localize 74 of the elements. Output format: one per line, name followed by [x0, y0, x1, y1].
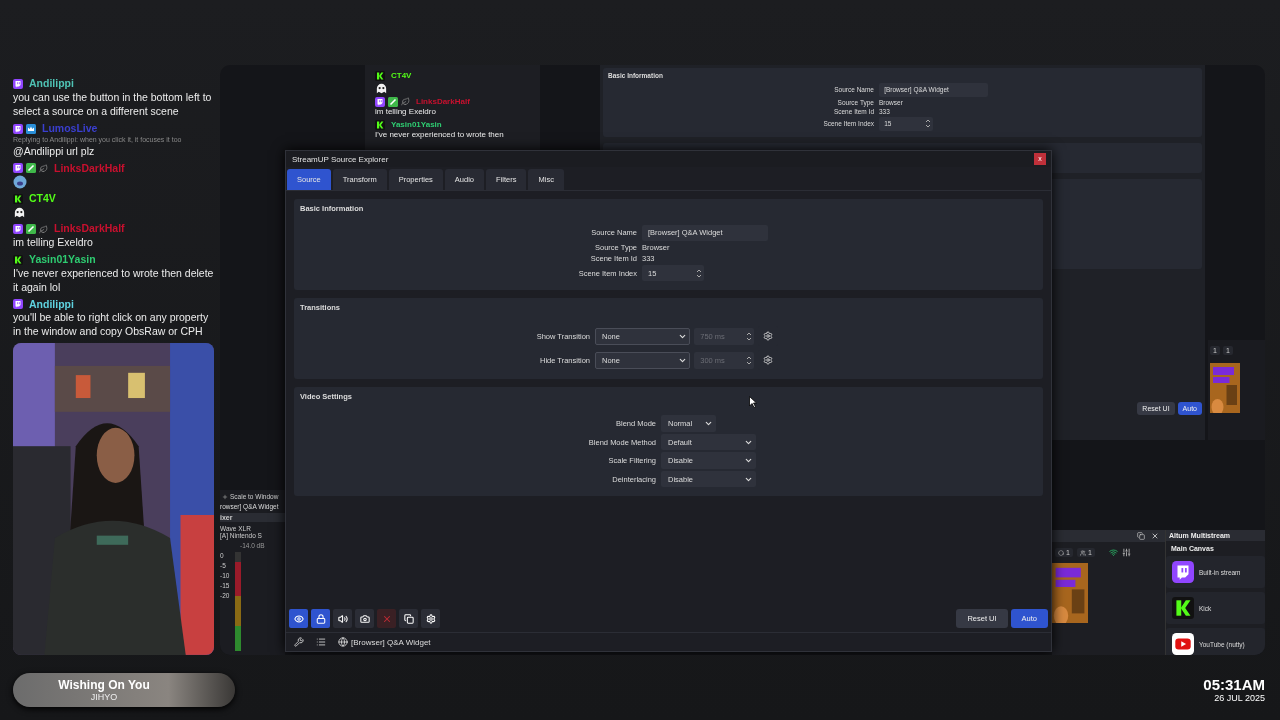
crown-icon [26, 123, 36, 134]
window-title: StreamUP Source Explorer [292, 154, 389, 164]
list-icon[interactable] [316, 637, 326, 647]
platform-logo-icon [13, 299, 23, 310]
caret-icon [703, 419, 713, 428]
users-icon [1079, 549, 1086, 556]
platform-logo-icon [13, 224, 23, 235]
settings-icon [763, 355, 774, 366]
wrench-icon[interactable] [294, 637, 304, 647]
chat-message: you can use the button in the bottom left to select a source on a different scene [13, 90, 213, 119]
eye-icon [293, 613, 304, 624]
clock-date: 26 JUL 2025 [1214, 693, 1265, 703]
chat-username: Andilippi [29, 77, 74, 91]
chat-username: CT4V [29, 192, 56, 207]
source-name: [Browser] Q&A Widget [351, 637, 431, 647]
speaker-icon [337, 613, 348, 624]
emote-icon [13, 175, 27, 190]
close-icon[interactable] [1151, 532, 1159, 540]
chat-username: LinksDarkHalf [54, 222, 125, 237]
sword-badge-icon [388, 96, 398, 107]
sword-badge-icon [26, 163, 36, 174]
toolbar-button[interactable] [333, 609, 352, 628]
toolbar-button[interactable] [421, 609, 440, 628]
stepper-icon [746, 354, 752, 366]
add-icon[interactable] [222, 493, 228, 500]
chat-message: I've never experienced to wrote then delete it again lol [13, 266, 214, 295]
toolbar-button[interactable] [399, 609, 418, 628]
copy-icon [403, 613, 414, 624]
stepper-icon [696, 267, 702, 279]
ghost-icon [13, 206, 26, 220]
platform-logo-icon [13, 78, 23, 89]
globe-icon [338, 637, 348, 647]
chat-message: im telling Exeldro [13, 236, 94, 250]
chat-username: LinksDarkHalf [54, 161, 125, 176]
platform-logo-icon [13, 163, 23, 174]
cursor-icon [749, 396, 757, 408]
settings-icon [763, 331, 774, 342]
chat-username: Yasin01Yasin [391, 119, 442, 131]
stepper-icon [746, 330, 752, 342]
song-title: Wishing On You [58, 678, 150, 692]
toolbar-button[interactable] [311, 609, 330, 628]
clock-time: 05:31AM [1203, 677, 1265, 693]
chat-username: Andilippi [29, 297, 74, 312]
chat-username: LumosLive [42, 121, 98, 136]
camera-icon [359, 613, 370, 624]
platform-logo-icon [375, 119, 385, 130]
wifi-icon [1108, 548, 1118, 557]
platform-logo-icon [13, 254, 23, 265]
platform-logo-icon [13, 194, 23, 205]
platform-logo-icon [1172, 561, 1194, 583]
toolbar-button[interactable] [289, 609, 308, 628]
platform-logo-icon [1172, 633, 1194, 655]
popout-icon[interactable] [1137, 532, 1145, 540]
toolbar-button[interactable] [355, 609, 374, 628]
chat-message: you'll be able to right click on any property in the window and copy ObsRaw or CPH [13, 311, 210, 340]
chat-message: I've never experienced to wrote then [375, 130, 505, 141]
sword-badge-icon [26, 224, 36, 235]
platform-logo-icon [13, 123, 23, 134]
stepper-icon [925, 118, 931, 130]
chat-username: Yasin01Yasin [29, 252, 96, 267]
chat-message: im telling Exeldro [375, 107, 437, 118]
artist-name: JIHYO [90, 692, 118, 702]
ghost-icon [375, 81, 388, 95]
chat-message: @Andilippi url plz [13, 144, 96, 159]
hexagon-icon [1058, 549, 1064, 556]
platform-logo-icon [375, 71, 385, 82]
chat-username: CT4V [391, 71, 412, 82]
x-icon [381, 613, 392, 624]
lock-icon [315, 613, 326, 624]
chat-username: LinksDarkHalf [416, 96, 470, 108]
settings-icon [425, 613, 436, 624]
mixer-icon[interactable] [1121, 548, 1131, 557]
platform-logo-icon [1172, 597, 1194, 619]
platform-logo-icon [375, 96, 385, 107]
